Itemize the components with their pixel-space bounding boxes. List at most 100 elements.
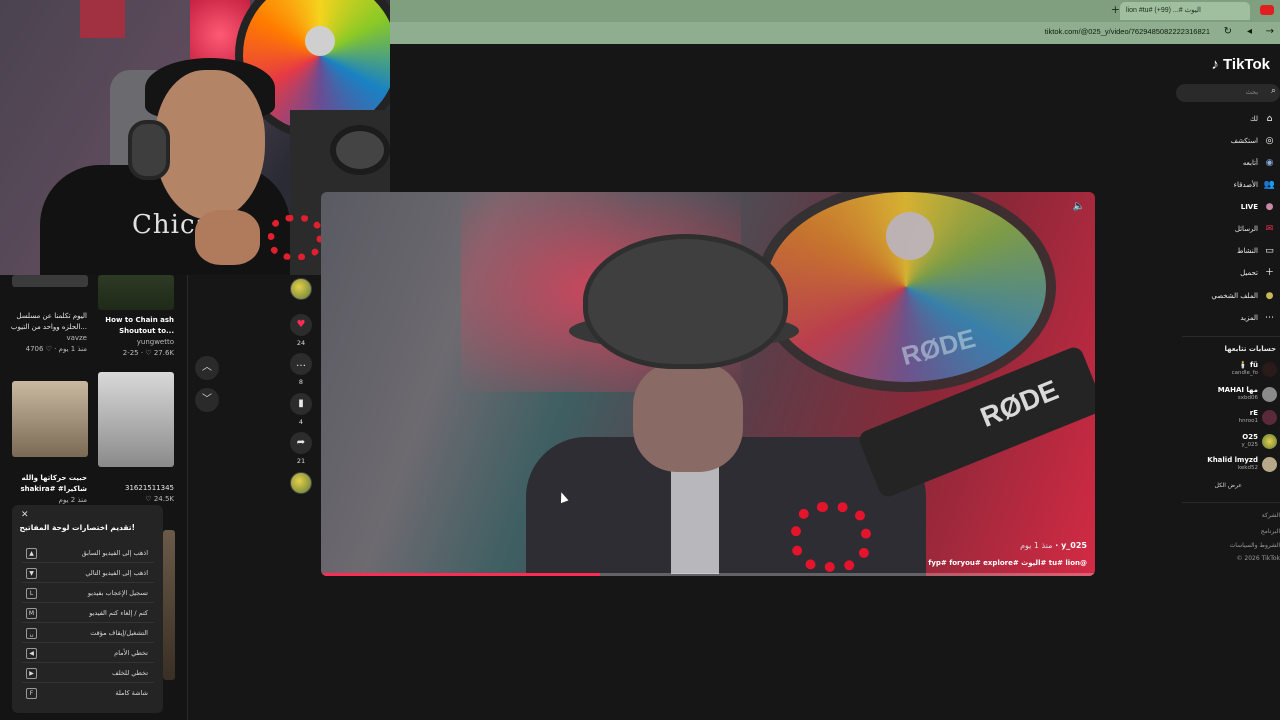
search-icon[interactable]: ⌕	[1271, 86, 1276, 96]
youtube-tab-icon[interactable]	[1260, 5, 1274, 15]
feed-card[interactable]: اليوم تكلمنا عن مسلسل الحلزه وواحد من ال…	[9, 311, 87, 355]
nav-label: الرسائل	[1234, 225, 1258, 233]
video-thumbnail[interactable]	[98, 372, 174, 467]
key-cap: ▼	[26, 568, 37, 579]
sidebar-divider	[1182, 502, 1280, 503]
nav-friends[interactable]: الأصدقاء 👥	[1170, 178, 1280, 196]
following-account[interactable]: rE hnroo1	[1170, 408, 1280, 428]
video-player[interactable]: RØDE RØDE 🔈 منذ 1 يوم · y_025 fyp# foryo…	[321, 192, 1095, 576]
creator-avatar[interactable]	[290, 278, 312, 300]
shortcut-row: L تسجيل الإعجاب بفيديو	[22, 585, 154, 603]
shortcut-label: شاشة كاملة	[115, 689, 148, 697]
close-icon[interactable]: ✕	[21, 510, 29, 520]
account-handle: y_025	[1241, 442, 1258, 448]
screen: + lion #tu# اليوث #... (99+) tiktok.com/…	[0, 0, 1280, 720]
following-account[interactable]: MAHAI مها sxbd06	[1170, 385, 1280, 405]
feed-card[interactable]: How to Chain ash Shoutout to... yungwett…	[98, 315, 174, 359]
following-account[interactable]: O25 y_025	[1170, 432, 1280, 452]
logo-text: TikTok	[1223, 56, 1270, 73]
nav-label: الأصدقاء	[1233, 181, 1258, 189]
search-input[interactable]: بحث ⌕	[1176, 84, 1280, 102]
following-icon: ◉	[1265, 158, 1274, 168]
nav-for-you[interactable]: لك ⌂	[1170, 112, 1280, 130]
nav-following[interactable]: أتابعه ◉	[1170, 156, 1280, 174]
video-thumbnail[interactable]	[98, 275, 174, 310]
red-beads	[268, 215, 323, 260]
video-thumbnail[interactable]	[12, 381, 88, 457]
video-author[interactable]: منذ 1 يوم · y_025	[1020, 541, 1087, 550]
key-cap: ▲	[26, 548, 37, 559]
account-name: MAHAI مها	[1217, 386, 1258, 394]
like-button[interactable]: ♥ 24	[289, 314, 313, 347]
see-all-link[interactable]: عرض الكل	[1215, 482, 1242, 489]
save-button[interactable]: ▮ 4	[289, 393, 313, 426]
browser-tab[interactable]: lion #tu# اليوث #... (99+)	[1120, 2, 1250, 20]
tiktok-logo[interactable]: ♪ TikTok	[1211, 56, 1270, 73]
shortcut-row: ▲ اذهب إلى الفيديو السابق	[22, 545, 154, 563]
key-cap: F	[26, 688, 37, 699]
key-cap: ▶	[26, 668, 37, 679]
nav-activity[interactable]: النشاط ▭	[1170, 244, 1280, 262]
new-tab-icon[interactable]: +	[1111, 3, 1120, 16]
activity-icon: ▭	[1265, 246, 1274, 256]
comment-icon: …	[290, 353, 312, 375]
nav-label: استكشف	[1230, 137, 1258, 145]
search-placeholder: بحث	[1245, 88, 1258, 96]
card-title: اليوم تكلمنا عن مسلسل الحلزه وواحد من ال…	[10, 312, 87, 331]
card-title: حبيت حركاتها والله shakira# #شاكيرا	[20, 474, 87, 493]
share-button[interactable]: ➦ 21	[289, 432, 313, 465]
person-shirt	[671, 454, 719, 574]
card-age: منذ 1 يوم	[58, 345, 87, 353]
card-views: 24.5K	[153, 495, 174, 503]
video-thumbnail[interactable]	[12, 275, 88, 287]
volume-icon[interactable]: 🔈	[1073, 201, 1085, 212]
keyboard-shortcuts-panel: ✕ تقديم اختصارات لوحة المفاتيح! ▲ اذهب إل…	[12, 505, 163, 713]
friends-icon: 👥	[1263, 180, 1276, 190]
url-text[interactable]: tiktok.com/@025_y/video/7629485082222316…	[1045, 27, 1210, 36]
shortcut-row: F شاشة كاملة	[22, 685, 154, 703]
comment-button[interactable]: … 8	[289, 353, 313, 386]
nav-live[interactable]: LIVE ●	[1170, 200, 1280, 218]
nav-explore[interactable]: استكشف ◎	[1170, 134, 1280, 152]
sidebar-divider	[1182, 336, 1280, 337]
shortcut-label: تسجيل الإعجاب بفيديو	[87, 589, 148, 597]
feed-card[interactable]: حبيت حركاتها والله shakira# #شاكيرا منذ …	[9, 473, 87, 506]
video-username: y_025	[1061, 541, 1087, 550]
avatar	[1262, 387, 1277, 402]
browser-tab-strip: + lion #tu# اليوث #... (99+)	[390, 0, 1280, 22]
video-thumbnail[interactable]	[163, 530, 175, 680]
following-account[interactable]: 🕯️ fü candle_fo	[1170, 360, 1280, 380]
nav-upload[interactable]: تحميل ＋	[1170, 266, 1280, 284]
account-handle: kekd52	[1237, 465, 1258, 471]
footer-link[interactable]: الشروط والسياسات	[1230, 542, 1280, 549]
forward-icon[interactable]: →	[1266, 26, 1274, 37]
nav-label: أتابعه	[1242, 159, 1258, 167]
next-video-button[interactable]: ﹀	[195, 388, 219, 412]
share-count: 21	[296, 457, 306, 465]
footer-link[interactable]: البرنامج	[1261, 528, 1280, 535]
shortcut-label: تخطي الأمام	[114, 649, 148, 657]
copyright-text: © 2026 TikTok	[1236, 555, 1280, 562]
shortcut-label: تخطي للخلف	[111, 669, 148, 677]
refresh-icon[interactable]: ↻	[1224, 26, 1232, 37]
account-handle: hnroo1	[1238, 418, 1258, 424]
following-account[interactable]: Khalid lmyzd kekd52	[1170, 455, 1280, 475]
card-title: 31621511345	[125, 484, 174, 492]
shortcut-label: كتم / إلغاء كتم الفيديو	[89, 609, 148, 617]
following-section-title: حسابات تتابعها	[1224, 345, 1276, 353]
account-handle: candle_fo	[1231, 370, 1258, 376]
footer-link[interactable]: الشركة	[1262, 512, 1280, 519]
person-face	[633, 362, 743, 472]
video-caption: fyp# foryou# explore# اليوث# tu# lion@	[928, 559, 1087, 567]
nav-profile[interactable]: الملف الشخصي ●	[1170, 289, 1280, 307]
share-icon: ➦	[290, 432, 312, 454]
previous-video-button[interactable]: ︿	[195, 356, 219, 380]
chevron-down-icon: ﹀	[202, 394, 212, 405]
back-icon[interactable]: ◂	[1247, 26, 1252, 37]
shortcut-row: ▼ اذهب إلى الفيديو التالي	[22, 565, 154, 583]
nav-messages[interactable]: الرسائل ✉	[1170, 222, 1280, 240]
music-disc-icon[interactable]	[290, 472, 312, 494]
feed-card[interactable]: 31621511345 ♡ 24.5K	[98, 483, 174, 505]
nav-label: تحميل	[1240, 269, 1258, 277]
nav-more[interactable]: المزيد ⋯	[1170, 311, 1280, 329]
